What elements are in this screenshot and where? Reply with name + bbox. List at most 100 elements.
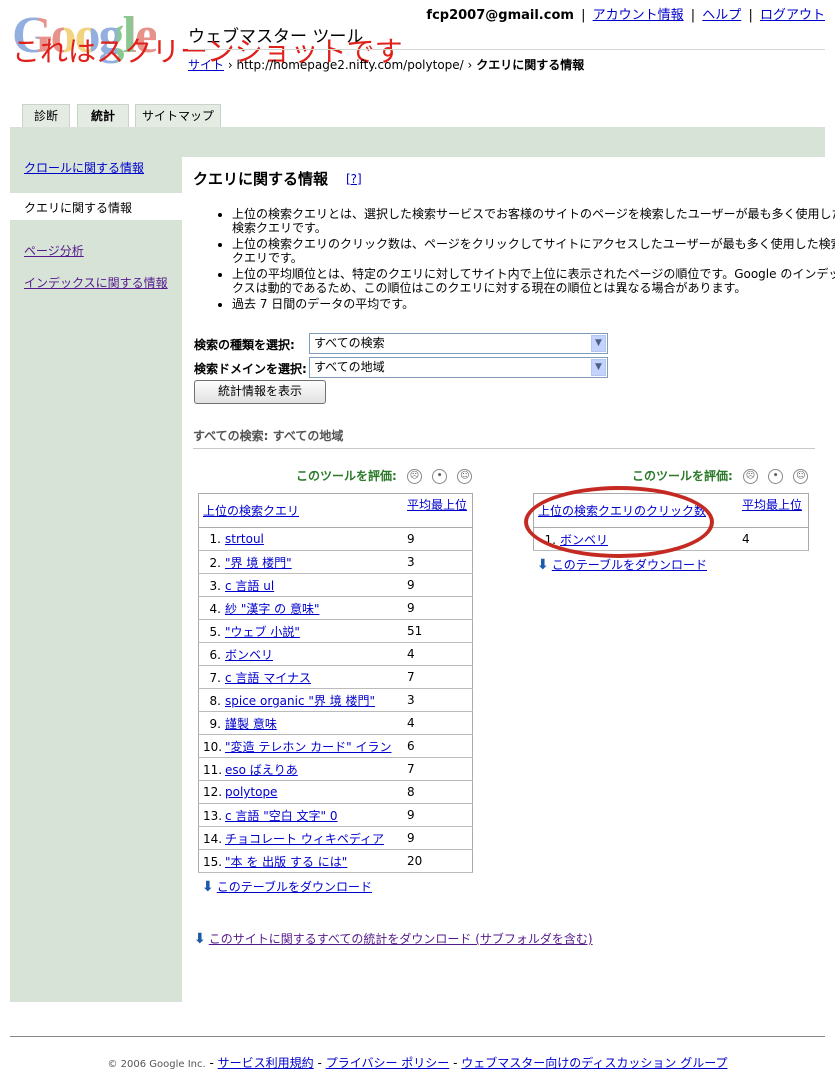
query-cell: 11. eso ばえりあ — [198, 757, 403, 781]
sidebar-item-page-analysis[interactable]: ページ分析 — [24, 242, 84, 259]
sidebar-item-label: クエリに関する情報 — [24, 201, 133, 215]
query-link[interactable]: spice organic "界 境 楼門" — [225, 694, 375, 708]
row-number: 3. — [209, 578, 221, 593]
footer-link-terms[interactable]: サービス利用規約 — [218, 1056, 314, 1070]
tab-statistics[interactable]: 統計 — [77, 104, 129, 128]
table-row: 12. polytope 8 — [198, 780, 473, 804]
query-link[interactable]: c 言語 マイナス — [225, 671, 311, 685]
separator: | — [690, 8, 696, 23]
tab-diagnostics[interactable]: 診断 — [22, 104, 70, 128]
table-row: 6. ボンベリ 4 — [198, 642, 473, 666]
chevron-down-icon[interactable]: ▼ — [591, 359, 606, 376]
section-title: すべての検索: すべての地域 — [193, 429, 344, 443]
download-table-text[interactable]: このテーブルをダウンロード — [217, 880, 372, 894]
col-header-avg-rank[interactable]: 平均最上位 — [742, 498, 802, 512]
tab-sitemaps[interactable]: サイトマップ — [135, 104, 221, 128]
query-link[interactable]: eso ばえりあ — [225, 763, 298, 777]
search-type-select[interactable]: すべての検索 ▼ — [309, 333, 608, 354]
row-number: 4. — [209, 601, 221, 616]
search-type-label: 検索の種類を選択: — [194, 338, 295, 352]
footer-link-discussion[interactable]: ウェブマスター向けのディスカッション グループ — [461, 1056, 727, 1070]
breadcrumb-site: http://homepage2.nifty.com/polytope/ — [236, 58, 464, 72]
query-cell: 7. c 言語 マイナス — [198, 665, 403, 689]
query-link[interactable]: 謹製 意味 — [225, 717, 277, 731]
footer-divider — [10, 1036, 825, 1037]
list-item: 過去 7 日間のデータの平均です。 — [232, 297, 835, 311]
avg-rank-cell: 3 — [403, 688, 473, 712]
sidebar-item-crawl-stats[interactable]: クロールに関する情報 — [24, 159, 144, 176]
avg-rank-cell: 6 — [403, 734, 473, 758]
download-all-link[interactable]: ⬇ このサイトに関するすべての統計をダウンロード (サブフォルダを含む) — [194, 930, 593, 947]
query-link[interactable]: 紗 "漢字 の 意味" — [225, 602, 319, 616]
rate-tool-left: このツールを評価: ☹ • ☺ — [296, 467, 473, 484]
separator: | — [581, 8, 586, 23]
avg-rank-cell: 9 — [403, 573, 473, 597]
query-link[interactable]: "界 境 楼門" — [225, 556, 292, 570]
header-divider — [188, 49, 825, 50]
separator: | — [748, 8, 753, 23]
sad-face-icon[interactable]: ☹ — [743, 469, 758, 484]
table-row: 8. spice organic "界 境 楼門" 3 — [198, 688, 473, 712]
row-number: 8. — [209, 693, 221, 708]
avg-rank-cell: 3 — [403, 550, 473, 574]
avg-rank-cell: 9 — [403, 803, 473, 827]
query-link[interactable]: c 言語 "空白 文字" 0 — [225, 809, 338, 823]
account-email: fcp2007@gmail.com — [426, 8, 574, 23]
footer-link-privacy[interactable]: プライバシー ポリシー — [326, 1056, 450, 1070]
help-link-bracket[interactable]: [?] — [346, 172, 362, 186]
avg-rank-cell: 9 — [403, 596, 473, 620]
tab-label: 統計 — [90, 109, 115, 123]
top-queries-table: 上位の検索クエリ 平均最上位 1. strtoul 9 2. "界 境 楼門" 3 3. c … — [198, 493, 473, 873]
download-table-link-right[interactable]: ⬇ このテーブルをダウンロード — [537, 556, 707, 573]
account-bar: fcp2007@gmail.com | アカウント情報 | ヘルプ | ログアウ… — [426, 4, 825, 23]
sidebar-item-query-stats[interactable]: クエリに関する情報 — [10, 193, 182, 220]
col-header-avg-rank[interactable]: 平均最上位 — [407, 498, 467, 512]
query-link[interactable]: "変造 テレホン カード" イラン — [225, 740, 391, 754]
query-cell: 14. チョコレート ウィキペディア — [198, 826, 403, 850]
query-link[interactable]: ボンベリ — [225, 648, 273, 662]
sidebar-item-index-stats[interactable]: インデックスに関する情報 — [24, 274, 168, 291]
query-cell: 1. strtoul — [198, 527, 403, 551]
table-row: 11. eso ばえりあ 7 — [198, 757, 473, 781]
download-arrow-icon: ⬇ — [194, 931, 206, 947]
query-cell: 15. "本 を 出版 する には" — [198, 849, 403, 873]
query-link[interactable]: "本 を 出版 する には" — [225, 855, 347, 869]
query-link[interactable]: strtoul — [225, 532, 264, 546]
download-all-text[interactable]: このサイトに関するすべての統計をダウンロード (サブフォルダを含む) — [209, 932, 593, 946]
happy-face-icon[interactable]: ☺ — [793, 469, 809, 484]
query-link[interactable]: チョコレート ウィキペディア — [225, 832, 384, 846]
show-stats-button[interactable]: 統計情報を表示 — [194, 380, 326, 404]
download-arrow-icon: ⬇ — [202, 879, 214, 895]
table-row: 4. 紗 "漢字 の 意味" 9 — [198, 596, 473, 620]
table-row: 1. strtoul 9 — [198, 527, 473, 551]
download-table-text[interactable]: このテーブルをダウンロード — [552, 558, 707, 572]
table-row: 13. c 言語 "空白 文字" 09 — [198, 803, 473, 827]
query-link[interactable]: polytope — [225, 785, 277, 799]
download-table-link-left[interactable]: ⬇ このテーブルをダウンロード — [202, 878, 372, 895]
table-row: 15. "本 を 出版 する には" 20 — [198, 849, 473, 873]
sad-face-icon[interactable]: ☹ — [407, 469, 422, 484]
query-link[interactable]: "ウェブ 小説" — [225, 625, 300, 639]
help-link[interactable]: ヘルプ — [702, 8, 741, 23]
query-link[interactable]: c 言語 ul — [225, 579, 274, 593]
separator: - — [209, 1056, 214, 1070]
search-domain-select[interactable]: すべての地域 ▼ — [309, 357, 608, 378]
neutral-face-icon[interactable]: • — [432, 469, 448, 484]
row-number: 11. — [203, 762, 223, 777]
breadcrumb: サイト › http://homepage2.nifty.com/polytop… — [188, 56, 584, 73]
download-arrow-icon: ⬇ — [537, 557, 549, 573]
query-cell: 10. "変造 テレホン カード" イラン — [198, 734, 403, 758]
avg-rank-cell: 9 — [403, 826, 473, 850]
row-number: 5. — [209, 624, 221, 639]
happy-face-icon[interactable]: ☺ — [457, 469, 473, 484]
table-row: 3. c 言語 ul 9 — [198, 573, 473, 597]
chevron-down-icon[interactable]: ▼ — [591, 335, 606, 352]
col-header-top-queries[interactable]: 上位の検索クエリ — [203, 504, 299, 518]
avg-rank-cell: 7 — [403, 665, 473, 689]
avg-rank-cell: 4 — [403, 642, 473, 666]
breadcrumb-sites-link[interactable]: サイト — [188, 58, 224, 72]
neutral-face-icon[interactable]: • — [768, 469, 784, 484]
account-info-link[interactable]: アカウント情報 — [593, 8, 684, 23]
search-domain-label: 検索ドメインを選択: — [194, 362, 307, 376]
logout-link[interactable]: ログアウト — [760, 8, 825, 23]
